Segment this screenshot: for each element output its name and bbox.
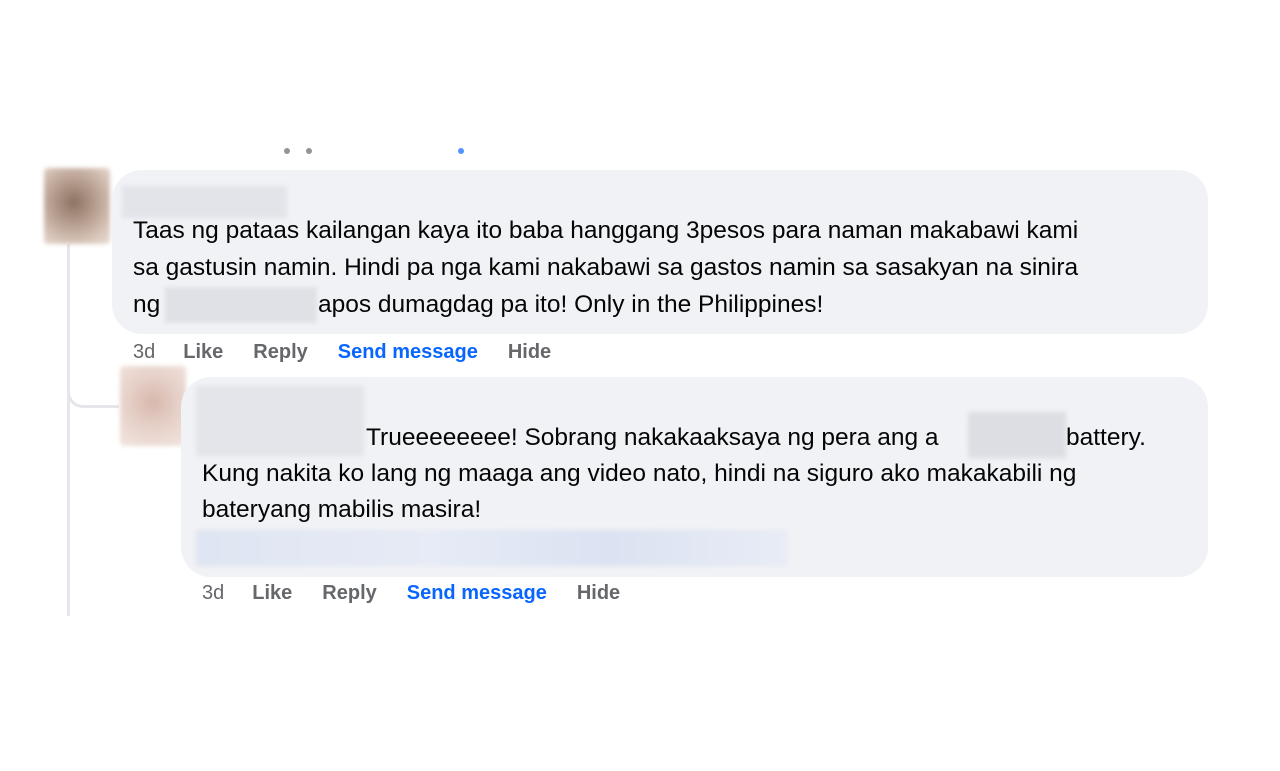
comment-text-line: bateryang mabilis masira! (202, 496, 482, 523)
cutoff-previous-comment (280, 148, 500, 158)
timestamp[interactable]: 3d (202, 582, 224, 605)
thread-connector (67, 350, 119, 408)
redacted-link[interactable] (196, 530, 787, 566)
thread-line (67, 244, 70, 616)
reply-button[interactable]: Reply (322, 582, 376, 605)
like-button[interactable]: Like (252, 582, 292, 605)
redacted-author-name[interactable] (196, 386, 364, 456)
avatar[interactable] (44, 168, 110, 244)
comment-text-line: Kung nakita ko lang ng maaga ang video n… (202, 460, 1077, 487)
redacted-text (165, 287, 317, 323)
comment-text-line: Taas ng pataas kailangan kaya ito baba h… (133, 217, 1079, 244)
hide-button[interactable]: Hide (577, 582, 620, 605)
like-button[interactable]: Like (183, 341, 223, 364)
comment-actions: 3d Like Reply Send message Hide (202, 582, 620, 605)
comment-text-line: Trueeeeeeee! Sobrang nakakaaksaya ng per… (366, 424, 939, 451)
send-message-button[interactable]: Send message (338, 341, 478, 364)
redacted-text (968, 412, 1066, 458)
reply-button[interactable]: Reply (253, 341, 307, 364)
timestamp[interactable]: 3d (133, 341, 155, 364)
comment-actions: 3d Like Reply Send message Hide (133, 341, 551, 364)
send-message-button[interactable]: Send message (407, 582, 547, 605)
comment-text-line: sa gastusin namin. Hindi pa nga kami nak… (133, 254, 1079, 281)
comment-text-prefix: ng (133, 291, 161, 318)
avatar[interactable] (120, 366, 186, 446)
hide-button[interactable]: Hide (508, 341, 551, 364)
comment-text-line-end: battery. (1066, 424, 1146, 451)
comment-text-line: apos dumagdag pa ito! Only in the Philip… (318, 291, 824, 318)
